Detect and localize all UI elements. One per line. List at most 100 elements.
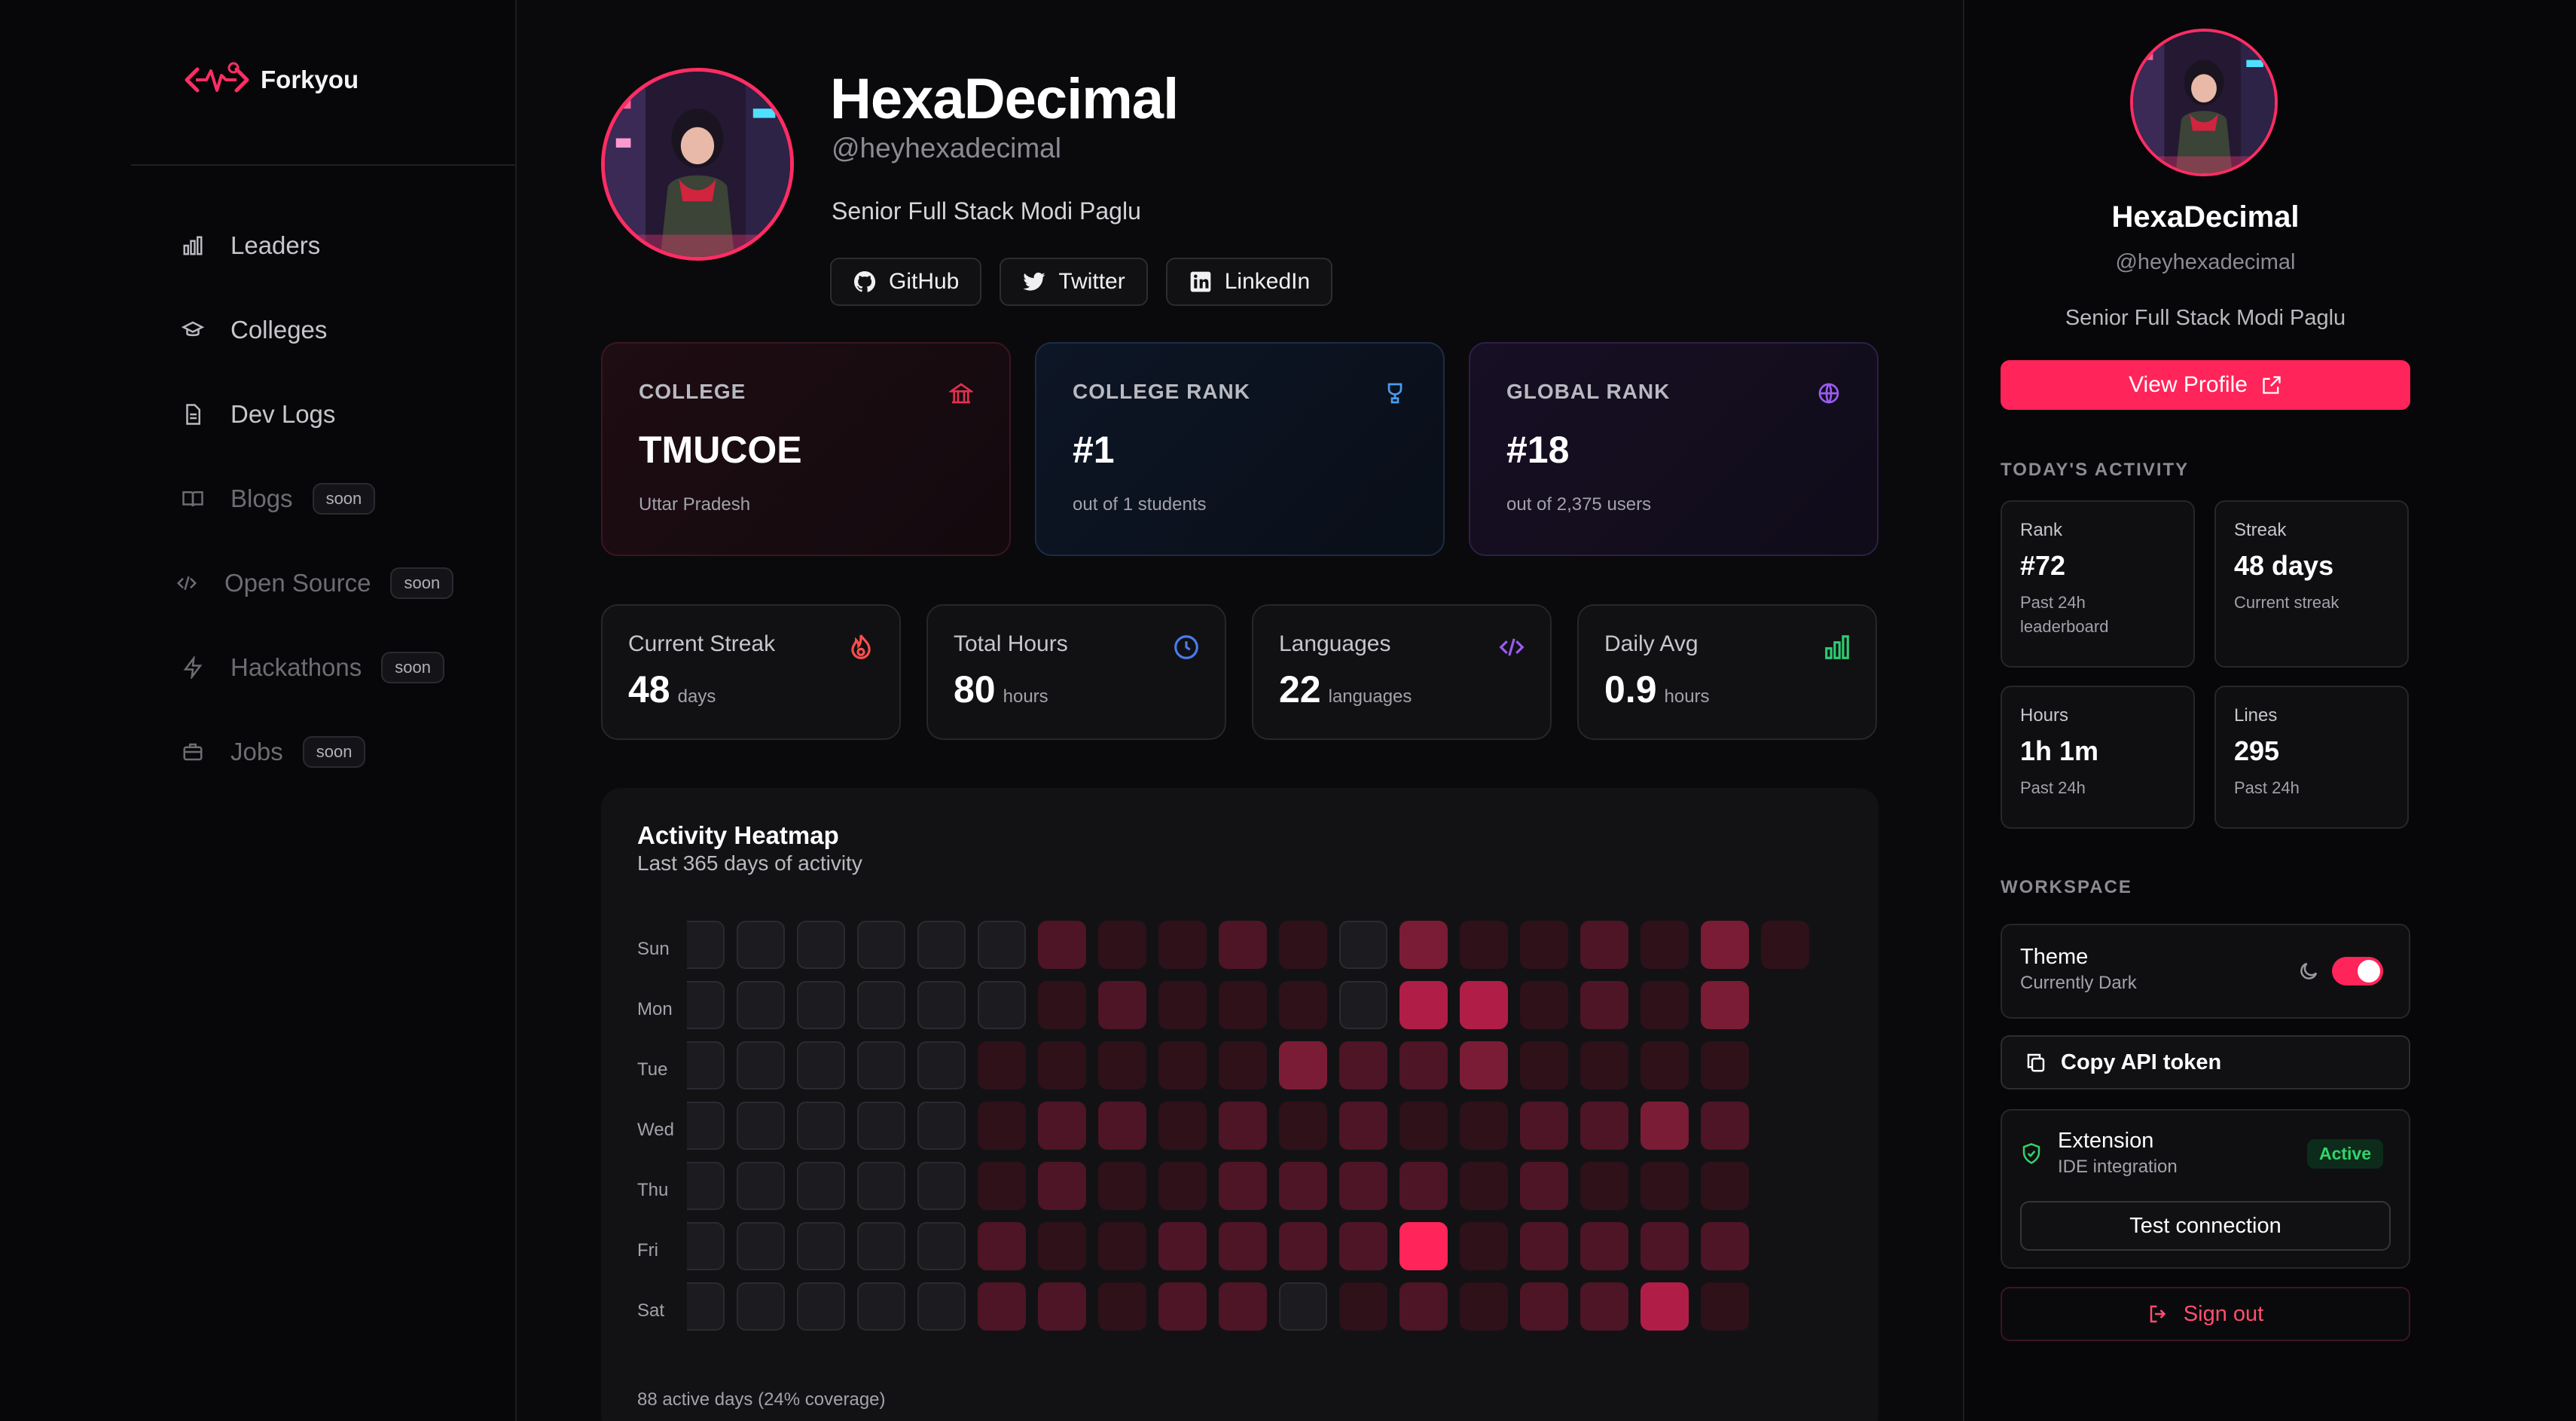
heatmap-cell[interactable] (1038, 1162, 1086, 1210)
heatmap-cell[interactable] (978, 1282, 1026, 1331)
copy-api-token-button[interactable]: Copy API token (2001, 1035, 2410, 1089)
heatmap-cell[interactable] (1158, 1282, 1207, 1331)
heatmap-cell[interactable] (687, 1102, 725, 1150)
heatmap-cell[interactable] (1279, 981, 1327, 1029)
heatmap-cell[interactable] (687, 1041, 725, 1089)
heatmap-cell[interactable] (1520, 1162, 1568, 1210)
heatmap-cell[interactable] (1399, 1162, 1448, 1210)
heatmap-cell[interactable] (1580, 1102, 1628, 1150)
heatmap-cell[interactable] (1641, 1041, 1689, 1089)
heatmap-cell[interactable] (1339, 1102, 1387, 1150)
heatmap-cell[interactable] (737, 1222, 785, 1270)
heatmap-cell[interactable] (1701, 921, 1749, 969)
heatmap-cell[interactable] (1520, 981, 1568, 1029)
test-connection-button[interactable]: Test connection (2020, 1201, 2391, 1251)
heatmap-cell[interactable] (1098, 1041, 1146, 1089)
linkedin-button[interactable]: LinkedIn (1165, 258, 1333, 306)
heatmap-cell[interactable] (1219, 1102, 1267, 1150)
heatmap-cell[interactable] (1701, 1162, 1749, 1210)
heatmap-cell[interactable] (1580, 1282, 1628, 1331)
heatmap-cell[interactable] (978, 1222, 1026, 1270)
heatmap-cell[interactable] (737, 1041, 785, 1089)
heatmap-cell[interactable] (1460, 1102, 1508, 1150)
heatmap-cell[interactable] (1158, 1041, 1207, 1089)
heatmap-cell[interactable] (1520, 1282, 1568, 1331)
heatmap-cell[interactable] (1219, 1041, 1267, 1089)
heatmap-cell[interactable] (1701, 981, 1749, 1029)
heatmap-cell[interactable] (1038, 981, 1086, 1029)
heatmap-cell[interactable] (1520, 1041, 1568, 1089)
heatmap-cell[interactable] (1158, 1222, 1207, 1270)
heatmap-cell[interactable] (797, 1102, 845, 1150)
heatmap-cell[interactable] (1520, 921, 1568, 969)
heatmap-cell[interactable] (1399, 1041, 1448, 1089)
heatmap-cell[interactable] (1219, 1282, 1267, 1331)
heatmap-cell[interactable] (1098, 1222, 1146, 1270)
heatmap-cell[interactable] (1399, 1222, 1448, 1270)
heatmap-cell[interactable] (1701, 1282, 1749, 1331)
heatmap-cell[interactable] (1098, 1282, 1146, 1331)
heatmap-cell[interactable] (1460, 921, 1508, 969)
heatmap-cell[interactable] (857, 981, 905, 1029)
heatmap-cell[interactable] (1098, 921, 1146, 969)
heatmap-cell[interactable] (1701, 1041, 1749, 1089)
heatmap-cell[interactable] (1520, 1102, 1568, 1150)
heatmap-cell[interactable] (917, 1162, 966, 1210)
heatmap-cell[interactable] (1641, 981, 1689, 1029)
heatmap-cell[interactable] (857, 1162, 905, 1210)
heatmap-cell[interactable] (857, 1222, 905, 1270)
heatmap-cell[interactable] (1399, 1102, 1448, 1150)
heatmap-cell[interactable] (1580, 981, 1628, 1029)
heatmap-cell[interactable] (737, 921, 785, 969)
heatmap-cell[interactable] (1158, 1102, 1207, 1150)
heatmap-cell[interactable] (737, 981, 785, 1029)
heatmap-cell[interactable] (1098, 1102, 1146, 1150)
heatmap-cell[interactable] (1158, 921, 1207, 969)
heatmap-cell[interactable] (1339, 1282, 1387, 1331)
heatmap-cell[interactable] (978, 1162, 1026, 1210)
heatmap-cell[interactable] (1279, 921, 1327, 969)
heatmap-cell[interactable] (1279, 1282, 1327, 1331)
heatmap-cell[interactable] (978, 1102, 1026, 1150)
heatmap-cell[interactable] (687, 1162, 725, 1210)
nav-item-open-source[interactable]: Open Source soon (172, 541, 494, 625)
heatmap-cell[interactable] (1038, 921, 1086, 969)
heatmap-cell[interactable] (1158, 1162, 1207, 1210)
heatmap-cell[interactable] (917, 1041, 966, 1089)
heatmap-cell[interactable] (1279, 1041, 1327, 1089)
heatmap-cell[interactable] (687, 1282, 725, 1331)
heatmap-cell[interactable] (978, 981, 1026, 1029)
heatmap-cell[interactable] (1641, 1102, 1689, 1150)
heatmap-cell[interactable] (1339, 1222, 1387, 1270)
heatmap-cell[interactable] (1038, 1222, 1086, 1270)
heatmap-cell[interactable] (1339, 1162, 1387, 1210)
heatmap-cell[interactable] (737, 1102, 785, 1150)
heatmap-cell[interactable] (687, 981, 725, 1029)
heatmap-cell[interactable] (1399, 921, 1448, 969)
heatmap-cell[interactable] (1219, 1162, 1267, 1210)
heatmap-cell[interactable] (1098, 1162, 1146, 1210)
heatmap-cell[interactable] (1038, 1041, 1086, 1089)
nav-item-dev-logs[interactable]: Dev Logs (178, 372, 494, 457)
heatmap-cell[interactable] (917, 1102, 966, 1150)
heatmap-cell[interactable] (1219, 1222, 1267, 1270)
heatmap-cell[interactable] (978, 921, 1026, 969)
heatmap-cell[interactable] (978, 1041, 1026, 1089)
heatmap-cell[interactable] (1580, 1041, 1628, 1089)
heatmap-cell[interactable] (1641, 921, 1689, 969)
heatmap-cell[interactable] (1038, 1282, 1086, 1331)
heatmap-cell[interactable] (1339, 921, 1387, 969)
heatmap-cell[interactable] (1460, 1041, 1508, 1089)
heatmap-cell[interactable] (857, 1041, 905, 1089)
nav-item-jobs[interactable]: Jobs soon (178, 710, 494, 794)
heatmap-cell[interactable] (797, 1162, 845, 1210)
heatmap-cell[interactable] (1761, 921, 1809, 969)
theme-toggle[interactable] (2332, 957, 2383, 986)
nav-item-hackathons[interactable]: Hackathons soon (178, 625, 494, 710)
heatmap-cell[interactable] (1339, 981, 1387, 1029)
heatmap-cell[interactable] (687, 1222, 725, 1270)
heatmap-cell[interactable] (1520, 1222, 1568, 1270)
heatmap-cell[interactable] (1641, 1162, 1689, 1210)
heatmap-cell[interactable] (1460, 981, 1508, 1029)
heatmap-cell[interactable] (1399, 1282, 1448, 1331)
